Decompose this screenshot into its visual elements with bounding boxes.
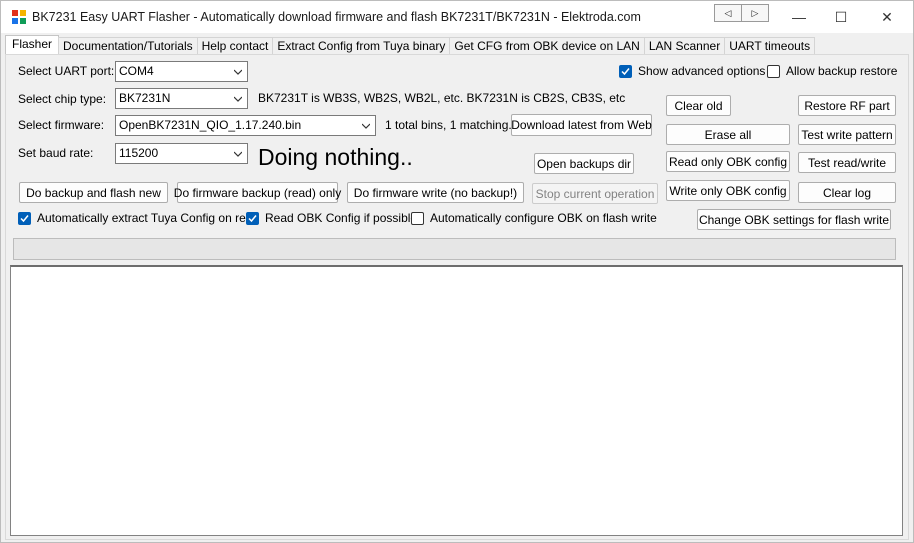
- show-advanced-checkbox[interactable]: Show advanced options: [619, 64, 765, 78]
- erase-all-button[interactable]: Erase all: [666, 124, 790, 145]
- baud-label: Set baud rate:: [18, 146, 94, 160]
- title-bar: BK7231 Easy UART Flasher - Automatically…: [1, 1, 913, 33]
- nav-arrows: ◁ ▷: [714, 4, 769, 22]
- allow-backup-restore-label: Allow backup restore: [786, 64, 898, 78]
- checkbox-checked-icon: [246, 211, 259, 225]
- test-read-write-button[interactable]: Test read/write: [798, 152, 896, 173]
- progress-bar: [13, 238, 896, 260]
- firmware-label: Select firmware:: [18, 118, 105, 132]
- write-obk-config-button[interactable]: Write only OBK config: [666, 180, 790, 201]
- firmware-select[interactable]: OpenBK7231N_QIO_1.17.240.bin: [115, 115, 376, 136]
- stop-operation-button[interactable]: Stop current operation: [532, 183, 658, 204]
- clear-old-button[interactable]: Clear old: [666, 95, 731, 116]
- baud-value: 115200: [119, 146, 159, 160]
- allow-backup-restore-checkbox[interactable]: Allow backup restore: [767, 64, 897, 78]
- download-latest-button[interactable]: Download latest from Web: [511, 114, 652, 136]
- extract-tuya-label: Automatically extract Tuya Config on rea…: [37, 211, 260, 225]
- firmware-write-button[interactable]: Do firmware write (no backup!): [347, 182, 524, 203]
- port-label: Select UART port:: [18, 64, 115, 78]
- firmware-note: 1 total bins, 1 matching.: [385, 118, 512, 132]
- nav-next-button[interactable]: ▷: [742, 5, 768, 21]
- baud-select[interactable]: 115200: [115, 143, 248, 164]
- checkbox-checked-icon: [18, 211, 31, 225]
- chevron-down-icon: [234, 96, 242, 102]
- auto-configure-checkbox[interactable]: Automatically configure OBK on flash wri…: [411, 211, 657, 225]
- close-button[interactable]: ✕: [864, 1, 910, 33]
- app-icon: [12, 10, 26, 24]
- extract-tuya-checkbox[interactable]: Automatically extract Tuya Config on rea…: [18, 211, 259, 225]
- checkbox-unchecked-icon: [767, 64, 780, 78]
- maximize-button[interactable]: ☐: [818, 1, 864, 33]
- tab-strip: Flasher Documentation/Tutorials Help con…: [5, 35, 816, 56]
- read-obk-label: Read OBK Config if possible: [265, 211, 418, 225]
- tab-flasher[interactable]: Flasher: [5, 35, 60, 56]
- read-obk-checkbox[interactable]: Read OBK Config if possible: [246, 211, 417, 225]
- open-backups-button[interactable]: Open backups dir: [534, 153, 634, 174]
- change-obk-settings-button[interactable]: Change OBK settings for flash write: [697, 209, 891, 230]
- chip-note: BK7231T is WB3S, WB2S, WB2L, etc. BK7231…: [258, 91, 626, 105]
- chevron-down-icon: [362, 123, 370, 129]
- backup-and-flash-button[interactable]: Do backup and flash new: [19, 182, 168, 203]
- clear-log-button[interactable]: Clear log: [798, 182, 896, 203]
- chip-value: BK7231N: [119, 91, 171, 105]
- firmware-backup-button[interactable]: Do firmware backup (read) only: [174, 182, 341, 203]
- show-advanced-label: Show advanced options: [638, 64, 766, 78]
- minimize-button[interactable]: —: [776, 1, 822, 33]
- nav-prev-button[interactable]: ◁: [715, 5, 742, 21]
- log-textbox[interactable]: [10, 265, 903, 536]
- checkbox-checked-icon: [619, 64, 632, 78]
- auto-configure-label: Automatically configure OBK on flash wri…: [430, 211, 657, 225]
- port-select[interactable]: COM4: [115, 61, 248, 82]
- firmware-value: OpenBK7231N_QIO_1.17.240.bin: [119, 118, 302, 132]
- port-value: COM4: [119, 64, 154, 78]
- chip-label: Select chip type:: [18, 92, 107, 106]
- chevron-down-icon: [234, 69, 242, 75]
- restore-rf-button[interactable]: Restore RF part: [798, 95, 896, 116]
- read-obk-config-button[interactable]: Read only OBK config: [666, 151, 790, 172]
- app-window: BK7231 Easy UART Flasher - Automatically…: [0, 0, 914, 543]
- window-title: BK7231 Easy UART Flasher - Automatically…: [32, 10, 641, 24]
- chip-select[interactable]: BK7231N: [115, 88, 248, 109]
- chevron-down-icon: [234, 151, 242, 157]
- test-write-pattern-button[interactable]: Test write pattern: [798, 124, 896, 145]
- checkbox-unchecked-icon: [411, 211, 424, 225]
- status-text: Doing nothing..: [258, 144, 413, 170]
